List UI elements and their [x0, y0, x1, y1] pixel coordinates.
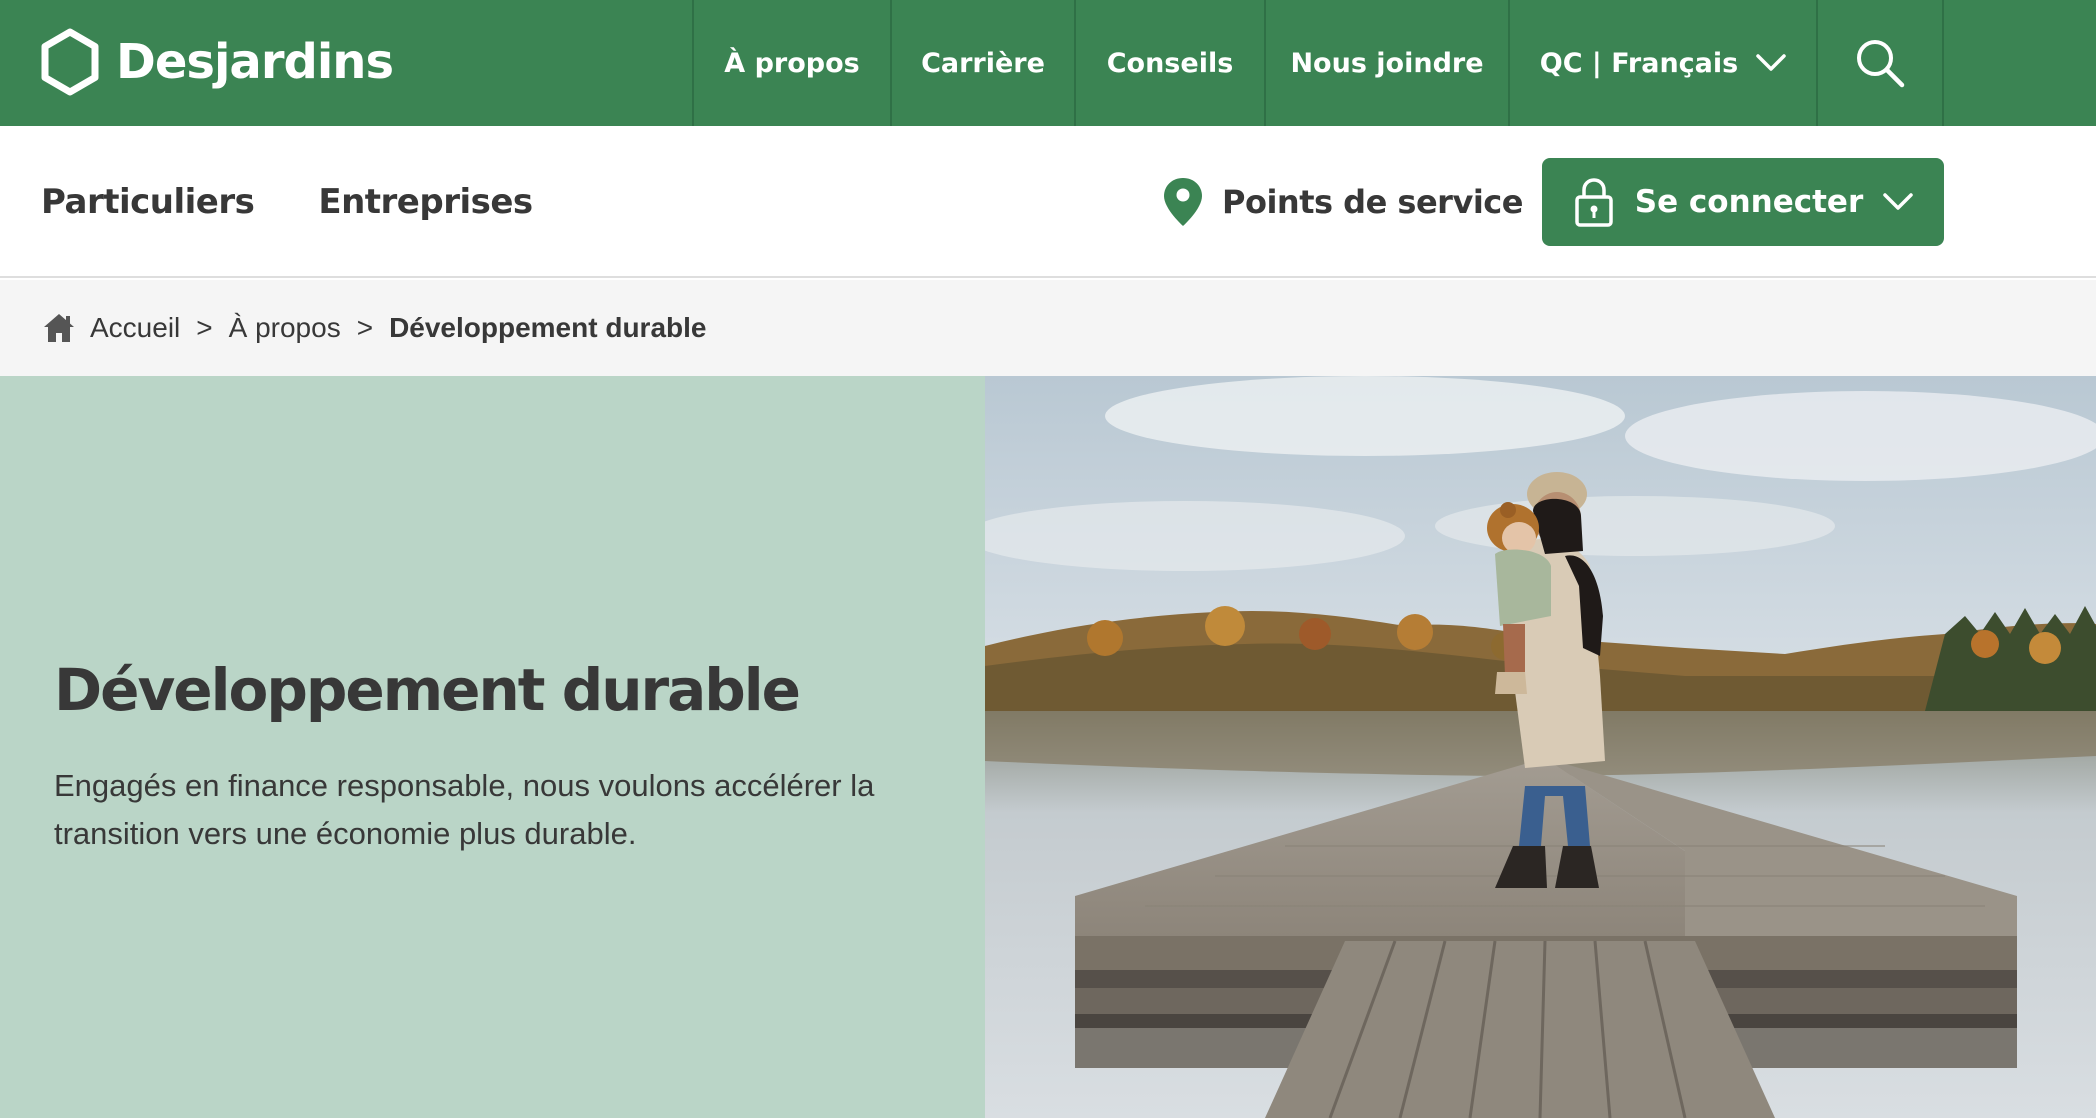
- topnav-item-conseils[interactable]: Conseils: [1074, 0, 1264, 126]
- topnav-label: Nous joindre: [1290, 47, 1484, 79]
- topnav-label: Carrière: [921, 47, 1045, 79]
- login-button[interactable]: Se connecter: [1542, 158, 1944, 246]
- topnav-label: Conseils: [1106, 47, 1234, 79]
- points-de-service-label: Points de service: [1222, 183, 1523, 221]
- brand-name: Desjardins: [116, 34, 394, 90]
- topnav-label: À propos: [724, 47, 860, 79]
- home-icon[interactable]: [42, 312, 76, 344]
- map-pin-icon: [1164, 178, 1202, 226]
- language-selector[interactable]: QC | Français: [1508, 0, 1816, 126]
- hero-description: Engagés en finance responsable, nous vou…: [54, 768, 875, 851]
- nav-entreprises[interactable]: Entreprises: [318, 182, 533, 222]
- lock-icon: [1575, 178, 1613, 227]
- breadcrumb-separator: >: [196, 312, 213, 343]
- breadcrumb: Accueil > À propos > Développement durab…: [42, 280, 706, 376]
- secondary-header: Particuliers Entreprises Points de servi…: [0, 126, 2096, 278]
- hexagon-logo-icon: [41, 28, 99, 96]
- topnav-item-nous-joindre[interactable]: Nous joindre: [1264, 0, 1508, 126]
- segment-navigation: Particuliers Entreprises: [41, 126, 533, 278]
- desjardins-logo[interactable]: Desjardins: [40, 26, 394, 98]
- breadcrumb-accueil[interactable]: Accueil: [90, 312, 180, 344]
- top-header: Desjardins À propos Carrière Conseils No…: [0, 0, 2096, 126]
- language-label: QC | Français: [1539, 47, 1739, 79]
- breadcrumb-current: Développement durable: [389, 312, 707, 343]
- topnav-item-a-propos[interactable]: À propos: [692, 0, 890, 126]
- chevron-down-icon: [1756, 54, 1786, 71]
- breadcrumb-a-propos[interactable]: À propos: [229, 312, 341, 344]
- hero-text-panel: Développement durable Engagés en finance…: [0, 376, 985, 1118]
- topnav-item-carriere[interactable]: Carrière: [890, 0, 1074, 126]
- top-navigation: À propos Carrière Conseils Nous joindre …: [692, 0, 1944, 126]
- points-de-service-link[interactable]: Points de service: [1162, 174, 1523, 230]
- breadcrumb-separator: >: [356, 312, 374, 343]
- search-button[interactable]: [1816, 0, 1944, 126]
- chevron-down-icon: [1883, 193, 1913, 210]
- hero-photo: [985, 376, 2096, 1118]
- nav-particuliers[interactable]: Particuliers: [41, 182, 255, 222]
- search-icon: [1857, 40, 1905, 88]
- page-title: Développement durable: [54, 656, 801, 724]
- login-label: Se connecter: [1634, 184, 1864, 220]
- breadcrumb-bar: Accueil > À propos > Développement durab…: [0, 280, 2096, 376]
- lake-dock-mother-child-image: [985, 376, 2096, 1118]
